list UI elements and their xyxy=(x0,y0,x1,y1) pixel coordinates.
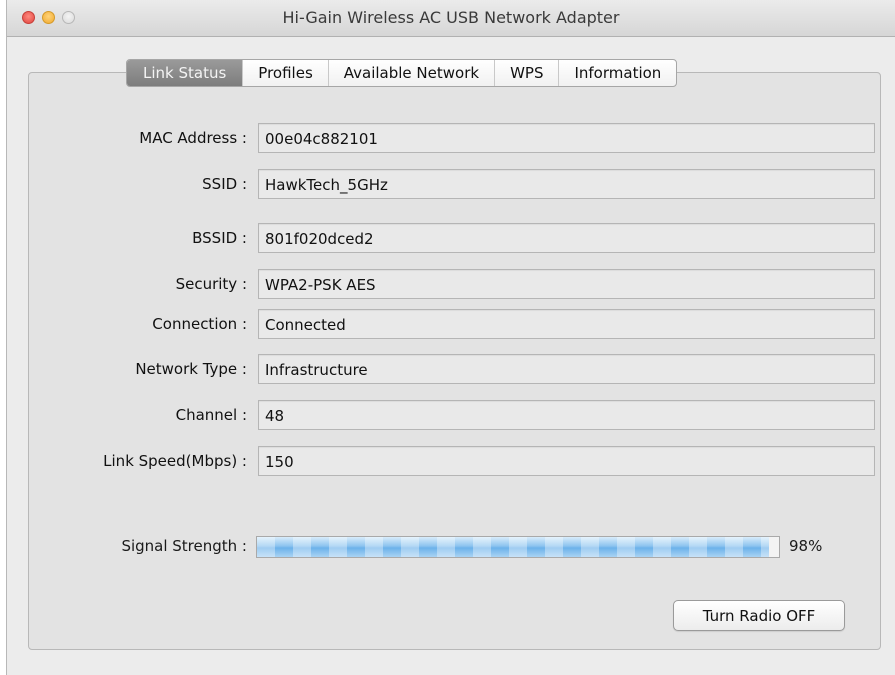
signal-strength-label: Signal Strength : xyxy=(121,537,247,555)
network-type-row: Network Type : Infrastructure xyxy=(0,354,895,384)
connection-label: Connection : xyxy=(152,315,247,333)
tab-bar: Link Status Profiles Available Network W… xyxy=(126,59,678,87)
mac-address-row: MAC Address : 00e04c882101 xyxy=(0,123,895,153)
channel-field: 48 xyxy=(258,400,875,430)
signal-strength-percent: 98% xyxy=(789,537,823,555)
tab-wps[interactable]: WPS xyxy=(494,60,558,86)
security-label: Security : xyxy=(175,275,247,293)
bssid-label: BSSID : xyxy=(192,229,247,247)
bssid-field: 801f020dced2 xyxy=(258,223,875,253)
tab-link-status[interactable]: Link Status xyxy=(127,60,243,86)
ssid-row: SSID : HawkTech_5GHz xyxy=(0,169,895,199)
link-speed-field: 150 xyxy=(258,446,875,476)
security-field: WPA2-PSK AES xyxy=(258,269,875,299)
tab-profiles[interactable]: Profiles xyxy=(242,60,327,86)
signal-strength-fill xyxy=(257,537,769,557)
security-row: Security : WPA2-PSK AES xyxy=(0,269,895,299)
mac-address-label: MAC Address : xyxy=(139,129,247,147)
window-title: Hi-Gain Wireless AC USB Network Adapter xyxy=(282,8,620,27)
mac-address-field: 00e04c882101 xyxy=(258,123,875,153)
tab-available-network[interactable]: Available Network xyxy=(327,60,494,86)
ssid-label: SSID : xyxy=(202,175,247,193)
channel-row: Channel : 48 xyxy=(0,400,895,430)
ssid-field: HawkTech_5GHz xyxy=(258,169,875,199)
channel-label: Channel : xyxy=(175,406,247,424)
network-type-field: Infrastructure xyxy=(258,354,875,384)
signal-strength-row: Signal Strength : 98% xyxy=(0,533,895,559)
signal-strength-bar xyxy=(256,536,780,558)
link-speed-row: Link Speed(Mbps) : 150 xyxy=(0,446,895,476)
network-type-label: Network Type : xyxy=(135,360,247,378)
title-bar: Hi-Gain Wireless AC USB Network Adapter xyxy=(7,0,895,37)
turn-radio-off-button[interactable]: Turn Radio OFF xyxy=(673,600,845,631)
tab-information[interactable]: Information xyxy=(558,60,676,86)
link-speed-label: Link Speed(Mbps) : xyxy=(103,452,247,470)
connection-row: Connection : Connected xyxy=(0,309,895,339)
bssid-row: BSSID : 801f020dced2 xyxy=(0,223,895,253)
connection-field: Connected xyxy=(258,309,875,339)
